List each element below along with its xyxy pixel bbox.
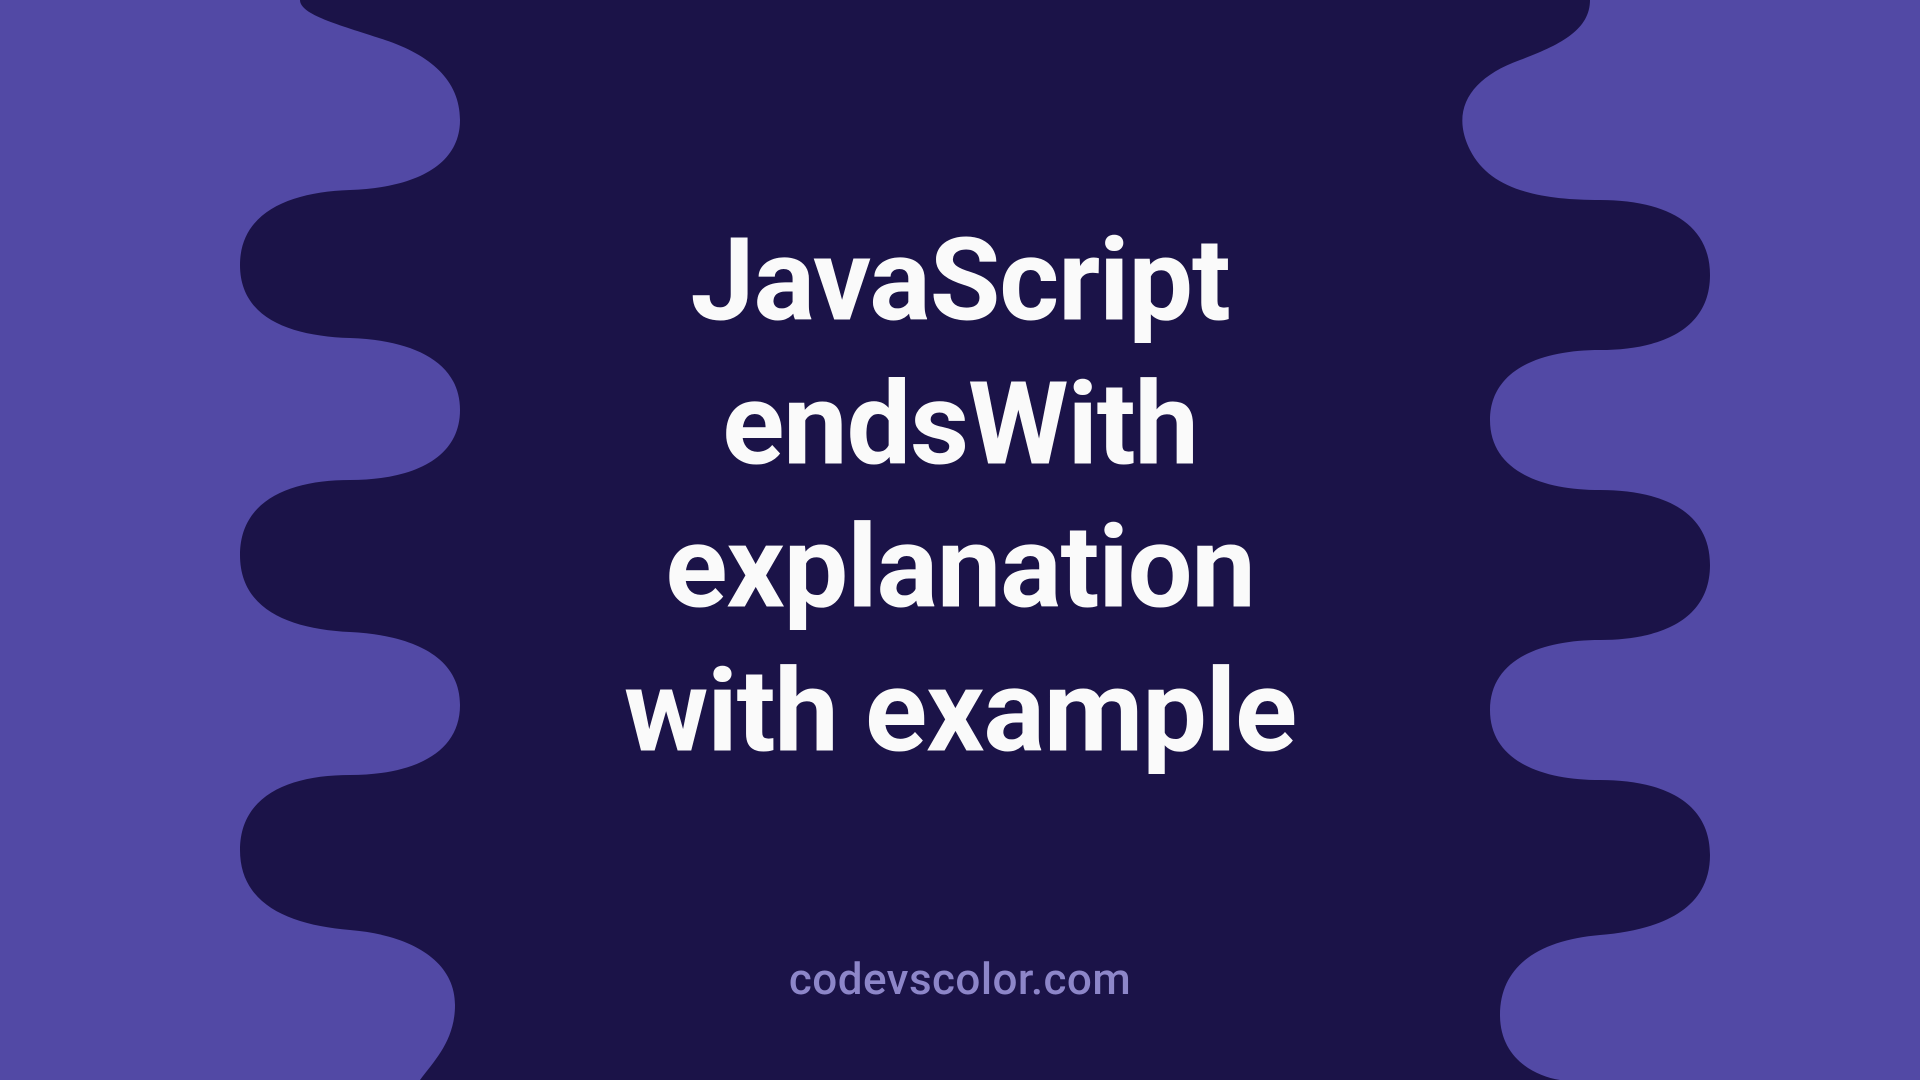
title-line-2: endsWith: [624, 353, 1296, 497]
title-block: JavaScript endsWith explanation with exa…: [624, 209, 1296, 784]
thumbnail-canvas: JavaScript endsWith explanation with exa…: [0, 0, 1920, 1080]
title-line-3: explanation: [624, 497, 1296, 641]
site-watermark: codevscolor.com: [789, 953, 1131, 1005]
title-line-4: with example: [624, 641, 1296, 785]
title-line-1: JavaScript: [624, 209, 1296, 353]
